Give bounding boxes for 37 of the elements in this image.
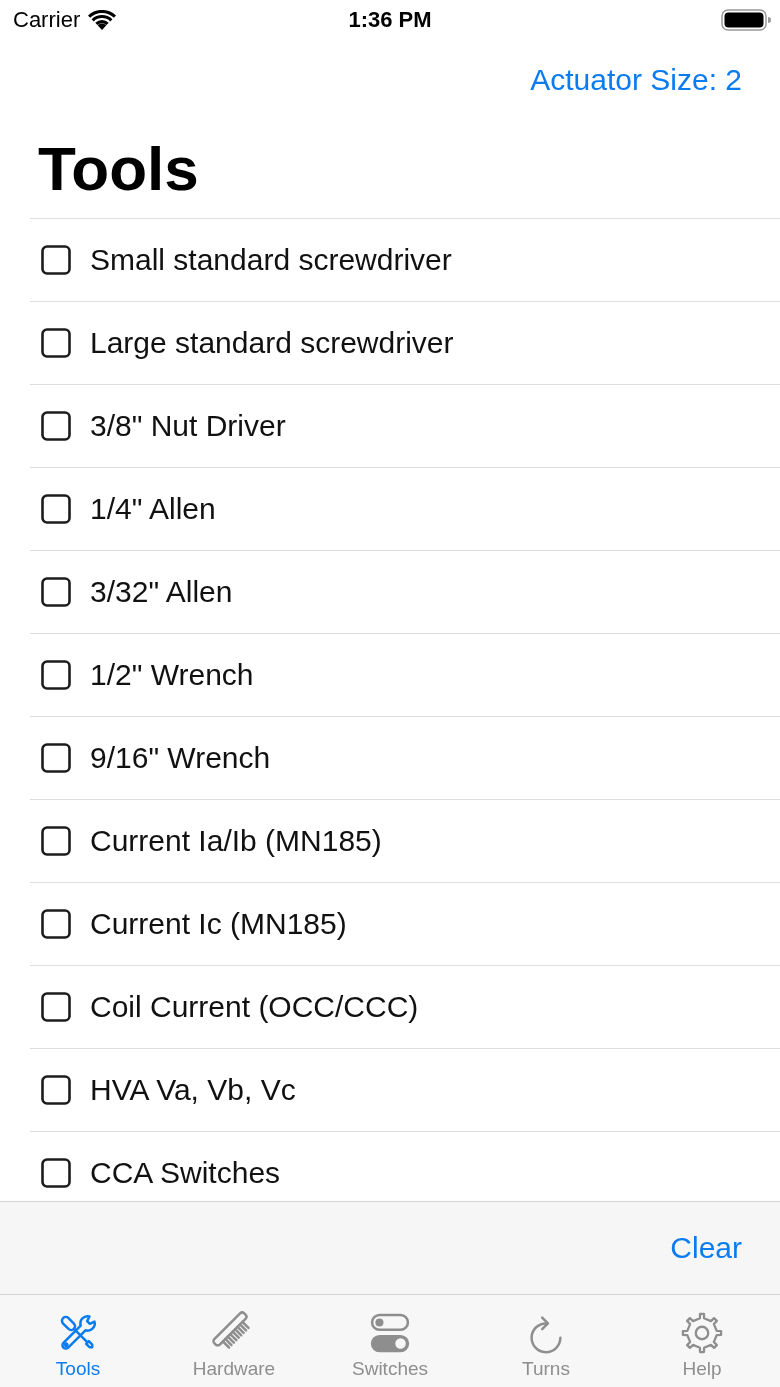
actuator-size-button[interactable]: Actuator Size: 2	[530, 63, 742, 97]
item-label: 1/4" Allen	[90, 492, 216, 526]
page-title: Tools	[38, 138, 199, 200]
item-label: Coil Current (OCC/CCC)	[90, 990, 419, 1024]
tab[interactable]: Turns	[468, 1295, 624, 1387]
tab[interactable]: Help	[624, 1295, 780, 1387]
checkbox[interactable]	[41, 494, 71, 524]
tab[interactable]: Hardware	[156, 1295, 312, 1387]
item-label: 9/16" Wrench	[90, 741, 271, 775]
item-label: 3/32" Allen	[90, 575, 233, 609]
item-label: 3/8" Nut Driver	[90, 409, 286, 443]
tab[interactable]: Switches	[312, 1295, 468, 1387]
checkbox[interactable]	[41, 1158, 71, 1188]
item-label: Large standard screwdriver	[90, 326, 454, 360]
wifi-icon	[88, 10, 117, 30]
status-time: 1:36 PM	[348, 7, 432, 33]
item-label: Current Ia/Ib (MN185)	[90, 824, 382, 858]
item-label: 1/2" Wrench	[90, 658, 254, 692]
gear-icon	[679, 1310, 725, 1356]
checkbox[interactable]	[41, 743, 71, 773]
tab[interactable]: Tools	[0, 1295, 156, 1387]
checkbox[interactable]	[41, 245, 71, 275]
checkbox[interactable]	[41, 1075, 71, 1105]
item-label: Small standard screwdriver	[90, 243, 452, 277]
checkbox[interactable]	[41, 411, 71, 441]
checkbox[interactable]	[41, 826, 71, 856]
carrier-label: Carrier	[13, 7, 81, 33]
checkbox[interactable]	[41, 992, 71, 1022]
checkbox[interactable]	[41, 328, 71, 358]
checkbox[interactable]	[41, 577, 71, 607]
item-label: CCA Switches	[90, 1156, 281, 1190]
clear-button[interactable]: Clear	[670, 1231, 742, 1265]
checkbox[interactable]	[41, 660, 71, 690]
item-label: HVA Va, Vb, Vc	[90, 1073, 296, 1107]
item-label: Current Ic (MN185)	[90, 907, 347, 941]
checkbox[interactable]	[41, 909, 71, 939]
battery-icon	[721, 9, 771, 31]
